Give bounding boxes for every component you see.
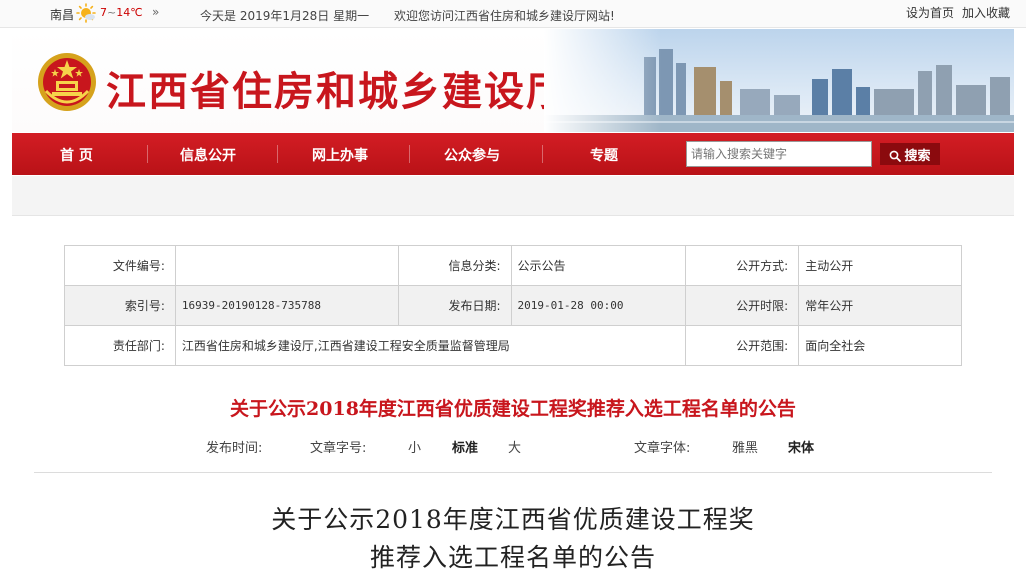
nav-divider	[409, 145, 410, 163]
font-size-label: 文章字号:	[310, 441, 367, 456]
weather-city: 南昌	[50, 8, 75, 22]
city-skyline-image	[544, 29, 1014, 132]
font-size-small-button[interactable]: 小	[408, 437, 421, 456]
font-yahei-button[interactable]: 雅黑	[732, 437, 758, 456]
search-button[interactable]: 搜索	[880, 143, 940, 165]
add-favorite-link[interactable]: 加入收藏	[962, 4, 1010, 21]
font-face-label: 文章字体:	[634, 441, 691, 456]
meta-label: 文件编号:	[64, 245, 176, 286]
weather-more-arrow[interactable]: »	[152, 5, 159, 19]
national-emblem-icon	[38, 53, 96, 111]
meta-label: 公开时限:	[685, 285, 800, 326]
nav-item-info-disclosure[interactable]: 信息公开	[180, 145, 236, 165]
meta-value: 公示公告	[510, 245, 687, 286]
nav-item-public-participation[interactable]: 公众参与	[444, 145, 500, 165]
meta-value: 主动公开	[798, 245, 962, 286]
weather-temperature: 7~14℃	[100, 6, 143, 19]
publish-time-label: 发布时间:	[206, 441, 263, 456]
meta-value	[174, 245, 399, 286]
meta-value: 江西省住房和城乡建设厅,江西省建设工程安全质量监督管理局	[174, 325, 687, 366]
nav-divider	[147, 145, 148, 163]
document-title-line-2: 推荐入选工程名单的公告	[369, 543, 656, 572]
main-nav: 首 页 信息公开 网上办事 公众参与 专题 搜索	[12, 133, 1014, 175]
meta-label: 责任部门:	[64, 325, 176, 366]
site-title: 江西省住房和城乡建设厅	[106, 68, 568, 115]
search-input[interactable]	[686, 141, 872, 167]
search-icon	[890, 150, 902, 162]
nav-divider	[277, 145, 278, 163]
meta-value: 2019-01-28 00:00	[510, 285, 687, 326]
table-row: 责任部门: 江西省住房和城乡建设厅,江西省建设工程安全质量监督管理局 公开范围:…	[64, 325, 962, 366]
site-banner: 江西省住房和城乡建设厅	[12, 29, 1014, 132]
nav-item-topics[interactable]: 专题	[590, 145, 618, 165]
document-meta-table: 文件编号: 信息分类: 公示公告 公开方式: 主动公开 索引号: 16939-2…	[64, 245, 962, 366]
table-row: 索引号: 16939-20190128-735788 发布日期: 2019-01…	[64, 285, 962, 326]
breadcrumb-strip	[12, 176, 1014, 216]
meta-label: 索引号:	[64, 285, 176, 326]
sunny-weather-icon	[76, 3, 96, 23]
document-title-line-1: 关于公示2018年度江西省优质建设工程奖	[271, 505, 755, 534]
nav-item-online-services[interactable]: 网上办事	[312, 145, 368, 165]
meta-label: 公开方式:	[685, 245, 800, 286]
top-bar: 南昌 7~14℃ » 今天是 2019年1月28日 星期一 欢迎您访问江西省住房…	[0, 0, 1026, 28]
meta-value: 16939-20190128-735788	[174, 285, 399, 326]
welcome-text: 欢迎您访问江西省住房和城乡建设厅网站!	[394, 9, 615, 23]
divider	[34, 472, 992, 473]
table-row: 文件编号: 信息分类: 公示公告 公开方式: 主动公开	[64, 245, 962, 286]
article-headline: 关于公示2018年度江西省优质建设工程奖推荐入选工程名单的公告	[230, 398, 796, 420]
meta-label: 公开范围:	[685, 325, 800, 366]
nav-divider	[542, 145, 543, 163]
font-song-button[interactable]: 宋体	[788, 437, 814, 456]
font-size-large-button[interactable]: 大	[508, 437, 521, 456]
nav-item-home[interactable]: 首 页	[60, 145, 93, 165]
meta-label: 发布日期:	[397, 285, 512, 326]
search-button-label: 搜索	[904, 148, 931, 164]
meta-value: 面向全社会	[798, 325, 962, 366]
font-size-standard-button[interactable]: 标准	[452, 437, 478, 456]
meta-value: 常年公开	[798, 285, 962, 326]
today-date: 今天是 2019年1月28日 星期一	[200, 9, 370, 23]
meta-label: 信息分类:	[397, 245, 512, 286]
set-homepage-link[interactable]: 设为首页	[906, 4, 954, 21]
